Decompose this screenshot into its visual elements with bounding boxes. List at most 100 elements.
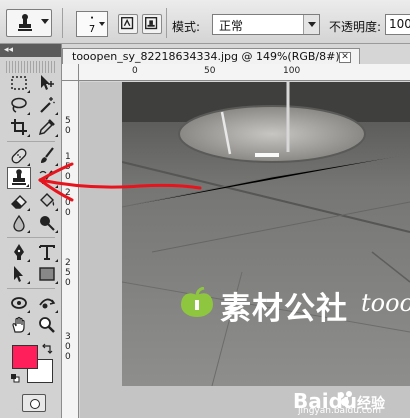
type-icon	[39, 245, 55, 260]
submenu-icon	[27, 281, 30, 284]
tools-divider	[7, 288, 55, 289]
ruler-label: 50	[204, 66, 216, 76]
clone-source-icon	[145, 17, 158, 30]
swap-colors-icon[interactable]	[41, 343, 53, 355]
eraser-tool[interactable]	[7, 190, 31, 212]
dodge-tool[interactable]	[35, 212, 59, 234]
move-tool[interactable]	[35, 72, 59, 94]
pen-icon	[14, 244, 24, 260]
hand-tool[interactable]	[7, 314, 31, 336]
ruler-label: 0	[65, 342, 71, 352]
ruler-label: 0	[65, 172, 71, 182]
submenu-icon	[27, 230, 30, 233]
submenu-icon	[55, 112, 58, 115]
type-tool[interactable]	[35, 241, 59, 263]
tools-divider	[7, 237, 55, 238]
submenu-icon	[55, 134, 58, 137]
shape-tool[interactable]	[35, 263, 59, 285]
ruler-label: 2	[65, 258, 71, 268]
foreground-color-swatch[interactable]	[12, 345, 38, 369]
marquee-tool[interactable]	[7, 72, 31, 94]
toggle-clone-source-panel-button[interactable]	[142, 14, 162, 34]
path-selection-tool[interactable]	[7, 263, 31, 285]
hand-icon	[12, 316, 25, 333]
blur-drop-icon	[13, 214, 25, 232]
submenu-icon	[27, 163, 30, 166]
ruler-label: 5	[65, 162, 71, 172]
ruler-label: 0	[65, 278, 71, 288]
options-divider	[62, 8, 63, 38]
submenu-icon	[27, 310, 30, 313]
vertical-ruler[interactable]: 5 0 1 5 0 2 0 0 2 5 0 3 0 0	[62, 64, 79, 418]
close-document-button[interactable]: ✕	[339, 52, 351, 63]
blur-tool[interactable]	[7, 212, 31, 234]
options-divider	[166, 8, 167, 38]
opacity-input[interactable]: 100	[385, 14, 410, 35]
brush-panel-icon	[121, 17, 134, 30]
floor-photo	[122, 82, 410, 386]
submenu-icon	[27, 259, 30, 262]
clone-stamp-tool[interactable]	[7, 167, 31, 189]
paint-bucket-tool[interactable]	[35, 190, 59, 212]
marquee-icon	[11, 76, 27, 90]
healing-brush-tool[interactable]	[7, 145, 31, 167]
magic-wand-tool[interactable]	[35, 94, 59, 116]
tool-preset-picker[interactable]	[6, 9, 52, 37]
ruler-label: 1	[65, 152, 71, 162]
tools-panel-header[interactable]: ◂◂	[0, 44, 61, 57]
watermark-text: 素材公社	[220, 291, 348, 327]
eraser-icon	[11, 195, 27, 209]
quick-mask-button[interactable]	[22, 394, 46, 412]
chevron-down-icon	[99, 22, 105, 26]
submenu-icon	[55, 208, 58, 211]
mode-select[interactable]: 正常	[212, 14, 320, 35]
chevron-down-icon	[41, 19, 49, 24]
tools-divider	[7, 141, 55, 142]
chevron-down-icon	[303, 15, 319, 34]
document-title: tooopen_sy_82218634334.jpg @ 149%(RGB/8#…	[72, 50, 340, 63]
3d-rotate-tool[interactable]	[7, 292, 31, 314]
document-image[interactable]	[122, 82, 410, 386]
brush-tool[interactable]	[35, 145, 59, 167]
watermark-latin-text: tooo	[361, 289, 410, 317]
options-bar: · 7 模式: 正常 不透明度: 100	[0, 0, 410, 44]
submenu-icon	[26, 184, 29, 187]
collapse-panel-icon[interactable]: ◂◂	[4, 44, 13, 57]
crop-icon	[11, 119, 27, 135]
submenu-icon	[55, 310, 58, 313]
magic-wand-icon	[40, 97, 55, 113]
3d-orbit-icon	[39, 298, 56, 309]
default-colors-icon[interactable]	[10, 373, 20, 383]
baidu-watermark-url: jingyan.baidu.com	[298, 406, 382, 416]
horizontal-ruler[interactable]: 0 50 100	[62, 64, 410, 81]
history-brush-tool[interactable]	[35, 167, 59, 189]
mode-value: 正常	[219, 19, 244, 33]
lasso-tool[interactable]	[7, 94, 31, 116]
ruler-label: 2	[65, 188, 71, 198]
mode-label: 模式:	[172, 20, 201, 34]
toggle-brush-panel-button[interactable]	[118, 14, 138, 34]
ruler-label: 5	[65, 116, 71, 126]
pen-tool[interactable]	[7, 241, 31, 263]
zoom-tool[interactable]	[35, 314, 59, 336]
submenu-icon	[27, 112, 30, 115]
ruler-label: 5	[65, 268, 71, 278]
ruler-label: 3	[65, 332, 71, 342]
ruler-label: 0	[65, 352, 71, 362]
dodge-icon	[40, 216, 55, 231]
submenu-icon	[55, 163, 58, 166]
brush-preset-picker[interactable]: · 7	[76, 11, 108, 37]
move-icon	[41, 75, 54, 90]
paint-bucket-icon	[40, 193, 55, 207]
ruler-label: 100	[283, 66, 301, 76]
ruler-origin[interactable]	[62, 64, 79, 81]
sucai-logo-icon	[181, 287, 213, 317]
crop-tool[interactable]	[7, 116, 31, 138]
3d-orbit-tool[interactable]	[35, 292, 59, 314]
ruler-label: 0	[65, 126, 71, 136]
eyedropper-tool[interactable]	[35, 116, 59, 138]
opacity-label: 不透明度:	[329, 20, 382, 34]
history-brush-icon	[39, 170, 53, 184]
document-tab[interactable]: tooopen_sy_82218634334.jpg @ 149%(RGB/8#…	[62, 48, 360, 64]
ruler-label: 0	[65, 208, 71, 218]
